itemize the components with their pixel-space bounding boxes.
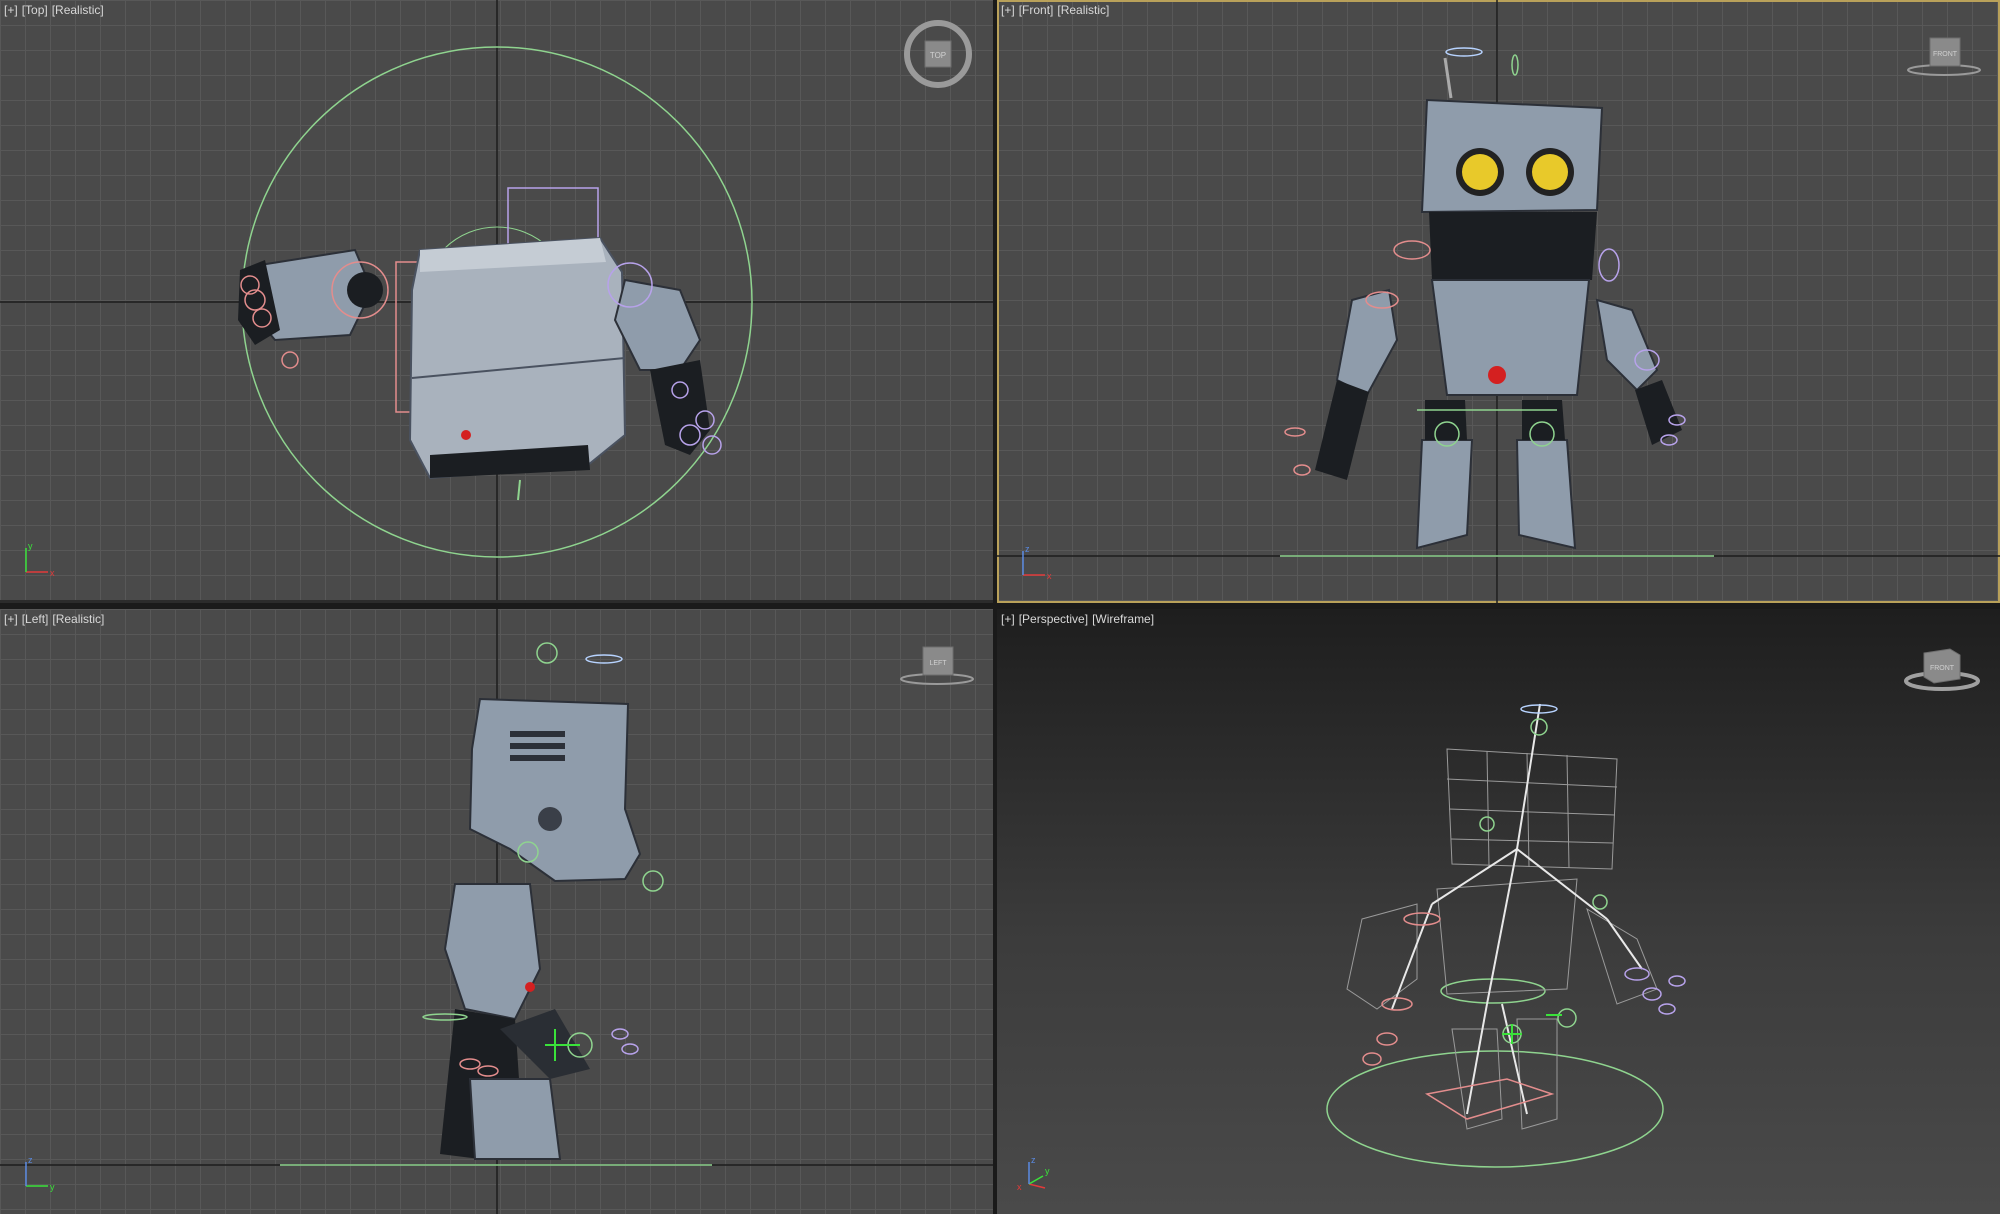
robot-head-top[interactable] <box>408 236 627 480</box>
axis-tripod-icon: x z <box>1022 544 1052 581</box>
front-view-scene <box>997 0 2000 603</box>
viewport-front[interactable]: [+] [Front] [Realistic] FRONT x z <box>997 0 2000 603</box>
axis-x-label: x <box>1047 571 1052 581</box>
perspective-wireframe-scene <box>1326 703 1686 1168</box>
robot-head-left[interactable] <box>468 697 642 883</box>
axis-z-label: z <box>1031 1155 1036 1165</box>
axis-z-label: z <box>1025 544 1030 554</box>
left-view-scene <box>0 609 993 1214</box>
viewcube-top[interactable]: TOP <box>903 18 973 90</box>
root-helper-ellipse[interactable] <box>1326 1050 1664 1168</box>
robot-arm-left[interactable] <box>1335 288 1399 397</box>
axis-z-label: z <box>28 1155 33 1165</box>
viewcube-left[interactable]: LEFT <box>899 643 975 687</box>
robot-body-left[interactable] <box>443 883 542 1021</box>
robot-head-front[interactable] <box>1420 98 1604 214</box>
axis-tripod-icon: y z <box>25 1155 55 1192</box>
arm-right-top[interactable] <box>613 278 702 371</box>
top-view-scene <box>0 0 993 600</box>
viewport-separator-horizontal[interactable] <box>0 603 2000 609</box>
viewport-perspective[interactable]: [+] [Perspective] [Wireframe] FRONT x y … <box>997 609 2000 1214</box>
axis-y-label: y <box>50 1182 55 1192</box>
robot-leg-left[interactable] <box>1415 439 1474 550</box>
axis-y-label: y <box>1045 1166 1050 1176</box>
robot-leg-right[interactable] <box>1515 439 1577 550</box>
axis-x-label: x <box>50 568 55 578</box>
viewport-top[interactable]: [+] [Top] [Realistic] TOP x y <box>0 0 993 600</box>
axis-x-label: x <box>1017 1182 1022 1192</box>
robot-nose <box>1488 366 1506 384</box>
viewcube-left-face: LEFT <box>929 660 947 667</box>
viewcube-perspective-face: FRONT <box>1930 665 1955 672</box>
axis-tripod-icon: x y <box>25 541 55 578</box>
robot-arm-right[interactable] <box>1595 298 1659 392</box>
viewcube-front[interactable]: FRONT <box>1906 34 1982 78</box>
axis-tripod-icon: x y z <box>1017 1155 1050 1192</box>
viewcube-top-face: TOP <box>930 51 946 60</box>
viewcube-perspective[interactable]: FRONT <box>1902 643 1982 693</box>
viewcube-front-face: FRONT <box>1933 51 1958 58</box>
axis-y-label: y <box>28 541 33 551</box>
robot-body-front[interactable] <box>1430 279 1591 396</box>
viewport-left[interactable]: [+] [Left] [Realistic] LEFT y z <box>0 609 993 1214</box>
